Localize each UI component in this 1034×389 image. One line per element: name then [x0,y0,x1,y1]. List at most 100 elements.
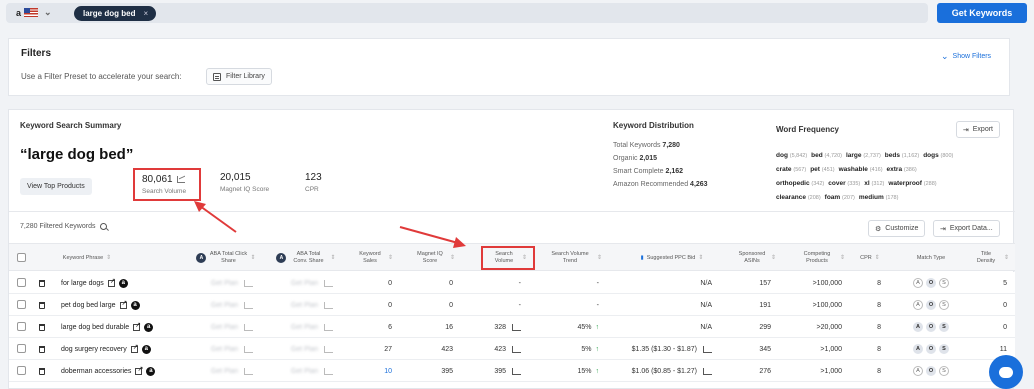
header-competing-products[interactable]: Competing Products ⇕ [792,244,850,272]
chart-icon[interactable] [512,367,521,375]
search-volume-value: 80,061 [142,174,173,185]
divider [9,211,1015,212]
word-frequency-item[interactable]: dogs (800) [923,152,957,159]
word-frequency-item[interactable]: crate (567) [776,166,810,173]
word-frequency-item[interactable]: medium (178) [859,194,903,201]
amazon-icon[interactable]: a [118,278,128,288]
table-row: large dog bed durable a Get Plan Get Plan 6 1… [9,316,1015,338]
word-frequency-item[interactable]: clearance (208) [776,194,825,201]
chart-icon[interactable] [512,323,521,331]
match-type-s-toggle[interactable]: S [939,300,949,310]
keyword-phrase[interactable]: doberman accessories [61,368,131,375]
chart-icon[interactable] [703,345,712,353]
ppc-value: $1.06 ($0.85 - $1.27) [631,367,697,375]
word-frequency-item[interactable]: orthopedic (342) [776,180,828,187]
word-frequency-item[interactable]: beds (1,162) [885,152,923,159]
keyword-phrase[interactable]: for large dogs [61,280,104,287]
word-frequency-item[interactable]: extra (386) [887,166,921,173]
keyword-phrase[interactable]: dog surgery recovery [61,346,127,353]
chip-close-icon[interactable]: × [143,9,148,18]
row-checkbox[interactable] [17,322,26,331]
match-type-o-toggle[interactable]: O [926,366,936,376]
header-keyword-sales[interactable]: Keyword Sales ⇕ [350,244,398,272]
match-type-s-toggle[interactable]: S [939,344,949,354]
keyword-phrase[interactable]: pet dog bed large [61,302,116,309]
header-search-volume-trend[interactable]: Search Volume Trend ⇕ [541,244,607,272]
keyword-chip[interactable]: large dog bed × [74,6,157,21]
match-type-s-toggle[interactable]: S [939,322,949,332]
get-keywords-button[interactable]: Get Keywords [937,3,1027,23]
amazon-icon[interactable]: a [146,366,156,376]
amazon-icon[interactable]: a [144,322,154,332]
select-all-checkbox[interactable] [17,253,26,262]
header-title-density[interactable]: Title Density ⇕ [969,244,1011,272]
delete-cell[interactable] [39,338,45,360]
show-filters-toggle[interactable]: ⌄ Show Filters [941,51,991,62]
trash-icon[interactable] [39,301,45,309]
amazon-icon[interactable]: a [130,300,140,310]
sponsored-value: 299 [759,323,771,331]
keyword-phrase-cell: doberman accessories a [61,360,191,382]
header-aba-conv[interactable]: A ABA Total Conv. Share ⇕ [271,244,341,272]
row-checkbox[interactable] [17,344,26,353]
match-type-a-toggle[interactable]: A [913,322,923,332]
keyword-input-field[interactable]: a ⌄ large dog bed × [6,3,928,23]
delete-cell[interactable] [39,272,45,294]
delete-cell[interactable] [39,360,45,382]
chart-icon[interactable] [512,345,521,353]
delete-cell[interactable] [39,294,45,316]
row-checkbox[interactable] [17,366,26,375]
external-link-icon[interactable] [130,343,139,353]
word-frequency-item[interactable]: bed (4,720) [811,152,846,159]
chart-icon[interactable] [703,367,712,375]
view-top-products-button[interactable]: View Top Products [20,178,92,195]
delete-cell[interactable] [39,316,45,338]
match-type-a-toggle[interactable]: A [913,366,923,376]
row-checkbox[interactable] [17,278,26,287]
match-type-o-toggle[interactable]: O [926,344,936,354]
word-frequency-item[interactable]: pet (451) [810,166,838,173]
chat-support-button[interactable] [989,355,1023,389]
trash-icon[interactable] [39,345,45,353]
export-data-button[interactable]: ⇥ Export Data... [933,220,1000,237]
trash-icon[interactable] [39,323,45,331]
match-type-o-toggle[interactable]: O [926,322,936,332]
header-sponsored-asins[interactable]: Sponsored ASINs ⇕ [731,244,781,272]
trash-icon[interactable] [39,279,45,287]
header-cpr[interactable]: CPR ⇕ [855,244,885,272]
match-type-s-toggle[interactable]: S [939,278,949,288]
word-frequency-item[interactable]: dog (5,842) [776,152,811,159]
word-frequency-item[interactable]: xl (312) [864,180,888,187]
header-aba-click[interactable]: A ABA Total Click Share ⇕ [191,244,261,272]
match-type-a-toggle[interactable]: A [913,278,923,288]
header-magnet-iq[interactable]: Magnet IQ Score ⇕ [409,244,459,272]
trash-icon[interactable] [39,367,45,375]
external-link-icon[interactable] [119,299,127,309]
row-checkbox[interactable] [17,300,26,309]
amazon-icon[interactable]: a [141,344,151,354]
external-link-icon[interactable] [107,277,116,287]
header-suggested-ppc-bid[interactable]: ▮ Suggested PPC Bid ⇕ [626,244,718,272]
chart-icon[interactable] [176,176,185,183]
header-search-volume[interactable]: Search Volume ⇕ [481,246,535,270]
external-link-icon[interactable] [133,321,141,331]
external-link-icon[interactable] [135,365,143,375]
header-keyword-phrase[interactable]: Keyword Phrase ⇕ [57,244,117,272]
match-type-a-toggle[interactable]: A [913,344,923,354]
match-type-a-toggle[interactable]: A [913,300,923,310]
keyword-phrase[interactable]: large dog bed durable [61,324,129,331]
match-type-o-toggle[interactable]: O [926,300,936,310]
word-frequency-item[interactable]: cover (335) [828,180,864,187]
customize-button[interactable]: ⚙ Customize [868,220,926,237]
word-frequency-item[interactable]: waterproof (288) [888,180,940,187]
export-button[interactable]: ⇥ Export [955,121,1000,138]
word-frequency-item[interactable]: washable (416) [839,166,887,173]
distribution-row: Organic 2,015 [613,155,657,162]
match-type-s-toggle[interactable]: S [939,366,949,376]
word-frequency-item[interactable]: foam (207) [825,194,859,201]
search-icon[interactable] [100,223,108,230]
word-frequency-item[interactable]: large (2,737) [846,152,885,159]
match-type-o-toggle[interactable]: O [926,278,936,288]
marketplace-selector[interactable]: a ⌄ [16,7,52,18]
filter-library-button[interactable]: Filter Library [206,68,272,85]
